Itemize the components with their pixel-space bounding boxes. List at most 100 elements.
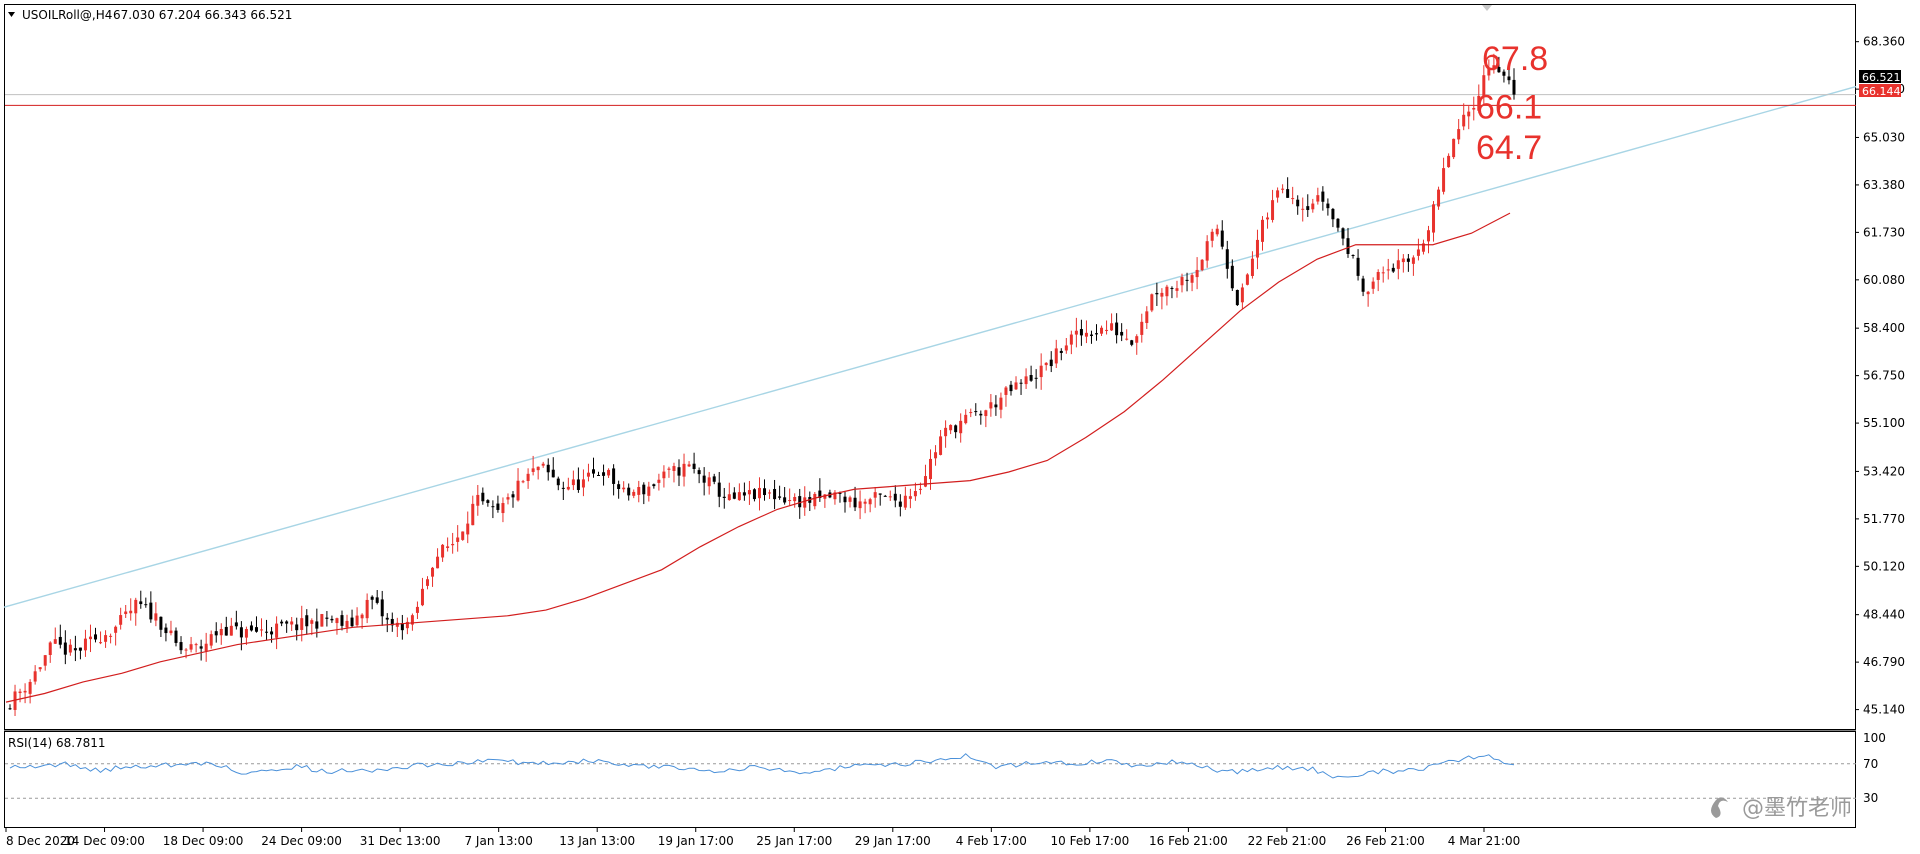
candle — [652, 483, 656, 489]
candle — [949, 424, 953, 435]
candle — [1155, 282, 1159, 306]
candle — [18, 688, 22, 703]
candle — [1145, 306, 1149, 329]
y-tick-label: 61.730 — [1863, 225, 1905, 239]
dropdown-arrow-icon[interactable] — [8, 12, 15, 17]
candle — [375, 590, 379, 605]
candle — [737, 483, 741, 501]
candle — [662, 465, 666, 488]
candle — [1255, 229, 1259, 270]
candle — [350, 609, 354, 628]
candle — [969, 408, 973, 418]
candle — [1391, 263, 1395, 273]
candle — [878, 493, 882, 506]
candle — [1371, 277, 1375, 294]
candle — [984, 409, 988, 428]
candle — [1034, 369, 1038, 389]
y-tick-label: 68.360 — [1863, 35, 1905, 49]
candle — [1200, 259, 1204, 272]
y-tick-label: 45.140 — [1863, 703, 1905, 717]
candle — [979, 410, 983, 425]
x-tick-label: 31 Dec 13:00 — [360, 834, 441, 848]
candle — [1281, 184, 1285, 194]
x-tick-label: 14 Dec 09:00 — [64, 834, 145, 848]
candle — [1376, 269, 1380, 292]
candle — [893, 485, 897, 508]
candle — [159, 616, 163, 637]
candle — [481, 487, 485, 505]
candle — [68, 639, 72, 656]
candle — [260, 618, 264, 637]
candle — [1341, 227, 1345, 246]
chart-window: 68.36066.71065.03063.38061.73060.08058.4… — [3, 4, 1905, 848]
candle — [667, 466, 671, 478]
candle — [642, 482, 646, 505]
rsi-tick-label: 30 — [1863, 791, 1878, 805]
candle — [1381, 266, 1385, 283]
candle — [964, 409, 968, 425]
watermark-text: @墨竹老师 — [1742, 796, 1852, 821]
candle — [1366, 290, 1370, 307]
y-tick-label: 63.380 — [1863, 178, 1905, 192]
candle — [627, 483, 631, 501]
candle — [1160, 288, 1164, 310]
candle — [1210, 228, 1214, 248]
candle — [48, 641, 52, 663]
candle — [506, 493, 510, 505]
candle — [566, 477, 570, 491]
candle — [1271, 189, 1275, 223]
candle — [400, 614, 404, 640]
candle — [1029, 365, 1033, 382]
candle — [757, 477, 761, 511]
candle — [818, 478, 822, 502]
rsi-line — [9, 753, 1515, 779]
candle — [833, 490, 837, 505]
candle — [209, 630, 213, 649]
candle — [697, 467, 701, 484]
candle — [1165, 284, 1169, 306]
candle — [712, 473, 716, 485]
candle — [1336, 218, 1340, 232]
x-tick-label: 4 Feb 17:00 — [956, 834, 1027, 848]
candle — [446, 537, 450, 552]
candle — [1175, 280, 1179, 298]
candle — [325, 611, 329, 627]
candle — [783, 487, 787, 505]
candle — [586, 463, 590, 482]
candle — [1331, 207, 1335, 228]
candle — [999, 392, 1003, 419]
candle — [868, 497, 872, 513]
candle — [345, 614, 349, 633]
candle — [1079, 319, 1083, 346]
candle — [1406, 253, 1410, 272]
x-tick-label: 4 Mar 21:00 — [1448, 834, 1521, 848]
candle — [752, 488, 756, 502]
candle — [461, 531, 465, 541]
candle — [1472, 96, 1476, 121]
candle — [244, 626, 248, 645]
candle — [632, 489, 636, 499]
candle — [898, 494, 902, 517]
candle — [546, 458, 550, 481]
candle — [1115, 313, 1119, 344]
candle — [793, 493, 797, 508]
candle — [164, 623, 168, 642]
candle — [939, 429, 943, 456]
candle — [722, 487, 726, 509]
candle — [214, 622, 218, 643]
candle — [380, 590, 384, 626]
candle — [265, 619, 269, 641]
candle — [1356, 249, 1360, 281]
candle — [109, 633, 113, 644]
candle — [727, 482, 731, 501]
candle — [129, 598, 133, 621]
candle — [249, 621, 253, 632]
candle — [229, 617, 233, 636]
candle — [954, 424, 958, 439]
chart-shift-marker[interactable] — [1482, 5, 1492, 11]
trendline[interactable] — [3, 85, 1857, 608]
candle — [1230, 259, 1234, 291]
candle — [1396, 249, 1400, 280]
candle — [637, 480, 641, 503]
candle — [1220, 220, 1224, 250]
